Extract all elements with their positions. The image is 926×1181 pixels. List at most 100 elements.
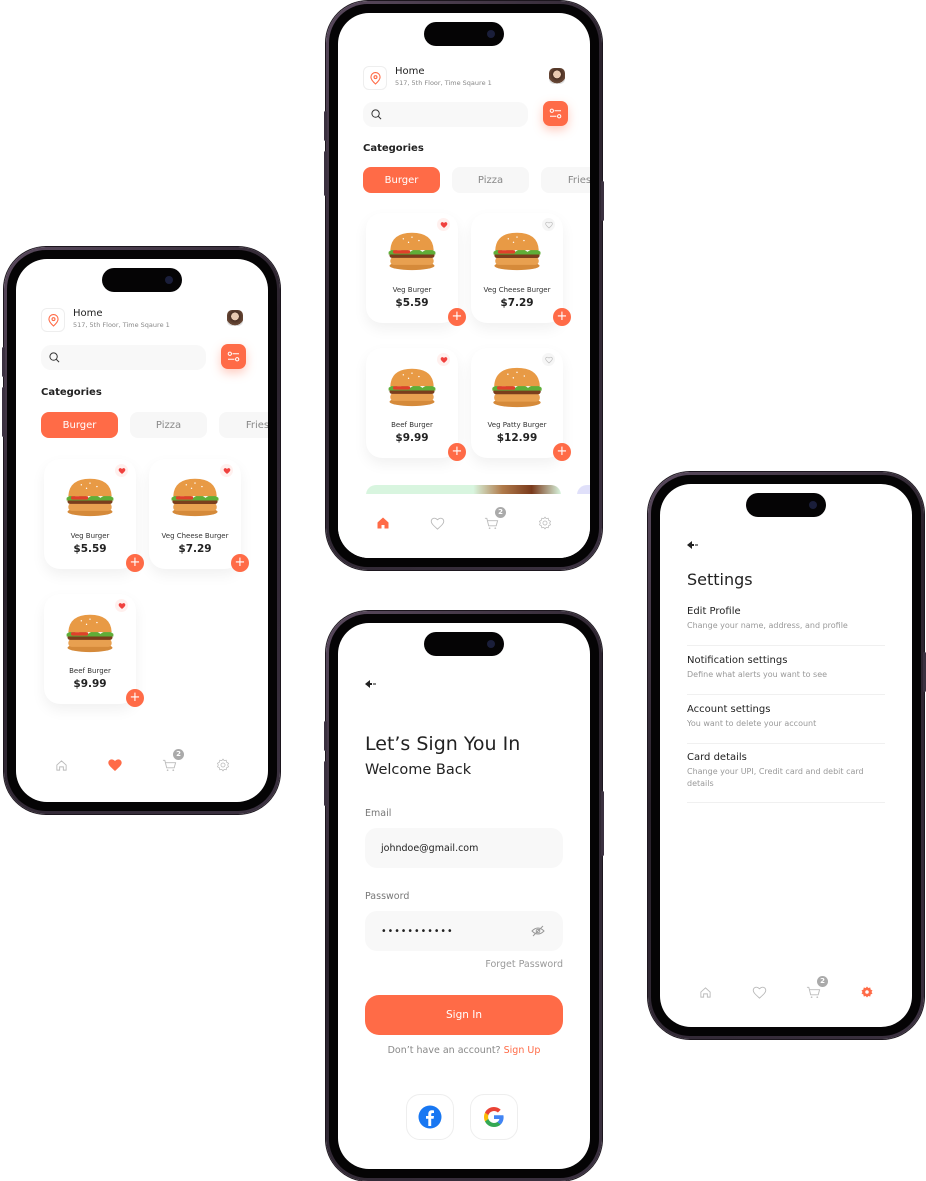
settings-item-account[interactable]: Account settings You want to delete your… bbox=[687, 704, 885, 744]
dynamic-island bbox=[424, 632, 504, 656]
location-title: Home bbox=[73, 308, 103, 319]
burger-image bbox=[386, 231, 438, 271]
add-to-cart-button[interactable]: + bbox=[126, 689, 144, 707]
home-icon bbox=[377, 517, 389, 529]
location-pin-icon bbox=[363, 66, 387, 90]
eye-off-icon[interactable] bbox=[531, 925, 545, 937]
product-card[interactable]: Veg Burger $5.59 + bbox=[44, 459, 144, 572]
product-card[interactable]: Beef Burger $9.99 + bbox=[366, 348, 466, 461]
search-input[interactable] bbox=[41, 345, 206, 370]
product-card[interactable]: Veg Cheese Burger $7.29 + bbox=[149, 459, 249, 572]
settings-screen: Settings Edit Profile Change your name, … bbox=[660, 484, 912, 1027]
favorite-toggle[interactable] bbox=[115, 464, 128, 477]
page-subtitle: Welcome Back bbox=[365, 762, 472, 778]
cart-icon bbox=[806, 986, 820, 998]
add-to-cart-button[interactable]: + bbox=[231, 554, 249, 572]
category-chip-fries[interactable]: Fries bbox=[219, 412, 268, 438]
heart-icon bbox=[118, 602, 126, 610]
filter-button[interactable] bbox=[543, 101, 568, 126]
avatar[interactable] bbox=[227, 310, 243, 326]
forgot-password-link[interactable]: Forget Password bbox=[485, 959, 563, 970]
burger-image bbox=[490, 231, 544, 271]
nav-favorites[interactable] bbox=[105, 755, 125, 775]
cart-badge: 2 bbox=[173, 749, 184, 760]
burger-image bbox=[64, 477, 116, 517]
product-name: Veg Patty Burger bbox=[487, 421, 547, 429]
power-button bbox=[601, 181, 604, 221]
product-card[interactable]: Beef Burger $9.99 + bbox=[44, 594, 144, 707]
settings-item-notifications[interactable]: Notification settings Define what alerts… bbox=[687, 655, 885, 695]
settings-item-desc: Change your UPI, Credit card and debit c… bbox=[687, 767, 864, 788]
phone-signin: Let’s Sign You In Welcome Back Email joh… bbox=[324, 611, 604, 1181]
favorite-toggle[interactable] bbox=[437, 353, 450, 366]
email-field[interactable]: johndoe@gmail.com bbox=[365, 828, 563, 868]
gear-icon bbox=[538, 516, 552, 530]
nav-home[interactable] bbox=[695, 982, 715, 1002]
heart-icon bbox=[440, 356, 448, 364]
facebook-login-button[interactable] bbox=[406, 1094, 454, 1140]
favorites-screen: Home 517, 5th Floor, Time Sqaure 1 Categ… bbox=[16, 259, 268, 802]
volume-button bbox=[2, 347, 5, 377]
google-icon bbox=[484, 1107, 504, 1127]
product-price: $7.29 bbox=[178, 543, 212, 555]
nav-settings[interactable] bbox=[213, 755, 233, 775]
phone-settings: Settings Edit Profile Change your name, … bbox=[648, 472, 926, 1039]
burger-image bbox=[386, 366, 438, 408]
location-address: 517, 5th Floor, Time Sqaure 1 bbox=[73, 321, 170, 329]
category-chip-burger[interactable]: Burger bbox=[363, 167, 440, 193]
nav-settings[interactable] bbox=[857, 982, 877, 1002]
burger-image bbox=[489, 366, 545, 408]
volume-button bbox=[324, 721, 327, 751]
product-card[interactable]: Veg Patty Burger $12.99 + bbox=[471, 348, 571, 461]
location-header[interactable]: Home 517, 5th Floor, Time Sqaure 1 bbox=[41, 308, 243, 340]
back-arrow-icon[interactable] bbox=[365, 680, 377, 688]
add-to-cart-button[interactable]: + bbox=[553, 443, 571, 461]
add-to-cart-button[interactable]: + bbox=[448, 443, 466, 461]
category-chip-pizza[interactable]: Pizza bbox=[130, 412, 207, 438]
filter-button[interactable] bbox=[221, 344, 246, 369]
favorite-toggle[interactable] bbox=[115, 599, 128, 612]
burger-image bbox=[168, 477, 222, 517]
home-icon bbox=[55, 759, 67, 771]
add-to-cart-button[interactable]: + bbox=[448, 308, 466, 326]
location-address: 517, 5th Floor, Time Sqaure 1 bbox=[395, 79, 492, 87]
add-to-cart-button[interactable]: + bbox=[553, 308, 571, 326]
email-label: Email bbox=[365, 808, 392, 819]
favorite-toggle[interactable] bbox=[437, 218, 450, 231]
settings-item-edit-profile[interactable]: Edit Profile Change your name, address, … bbox=[687, 606, 885, 646]
sign-in-button[interactable]: Sign In bbox=[365, 995, 563, 1035]
google-login-button[interactable] bbox=[470, 1094, 518, 1140]
nav-favorites[interactable] bbox=[749, 982, 769, 1002]
heart-icon bbox=[440, 221, 448, 229]
nav-cart[interactable]: 2 bbox=[803, 976, 828, 1002]
favorite-toggle[interactable] bbox=[542, 353, 555, 366]
category-chip-fries[interactable]: Fries bbox=[541, 167, 590, 193]
product-card[interactable]: Veg Cheese Burger $7.29 + bbox=[471, 213, 571, 326]
nav-home[interactable] bbox=[373, 513, 393, 533]
nav-home[interactable] bbox=[51, 755, 71, 775]
avatar[interactable] bbox=[549, 68, 565, 84]
settings-item-card-details[interactable]: Card details Change your UPI, Credit car… bbox=[687, 752, 885, 803]
search-input[interactable] bbox=[363, 102, 528, 127]
product-price: $12.99 bbox=[496, 432, 538, 444]
product-price: $5.59 bbox=[395, 297, 429, 309]
signin-screen: Let’s Sign You In Welcome Back Email joh… bbox=[338, 623, 590, 1169]
nav-favorites[interactable] bbox=[427, 513, 447, 533]
favorite-toggle[interactable] bbox=[220, 464, 233, 477]
bottom-nav: 2 bbox=[16, 749, 268, 775]
nav-cart[interactable]: 2 bbox=[481, 507, 506, 533]
category-chip-burger[interactable]: Burger bbox=[41, 412, 118, 438]
product-card[interactable]: Veg Burger $5.59 + bbox=[366, 213, 466, 326]
cart-icon bbox=[484, 517, 498, 529]
add-to-cart-button[interactable]: + bbox=[126, 554, 144, 572]
location-header[interactable]: Home 517, 5th Floor, Time Sqaure 1 bbox=[363, 66, 565, 98]
favorite-toggle[interactable] bbox=[542, 218, 555, 231]
sign-up-link[interactable]: Sign Up bbox=[504, 1045, 541, 1056]
nav-cart[interactable]: 2 bbox=[159, 749, 184, 775]
no-account-text: Don’t have an account? bbox=[387, 1045, 501, 1056]
category-chip-pizza[interactable]: Pizza bbox=[452, 167, 529, 193]
nav-settings[interactable] bbox=[535, 513, 555, 533]
back-arrow-icon[interactable] bbox=[687, 541, 699, 549]
password-field[interactable]: ••••••••••• bbox=[365, 911, 563, 951]
dynamic-island bbox=[102, 268, 182, 292]
